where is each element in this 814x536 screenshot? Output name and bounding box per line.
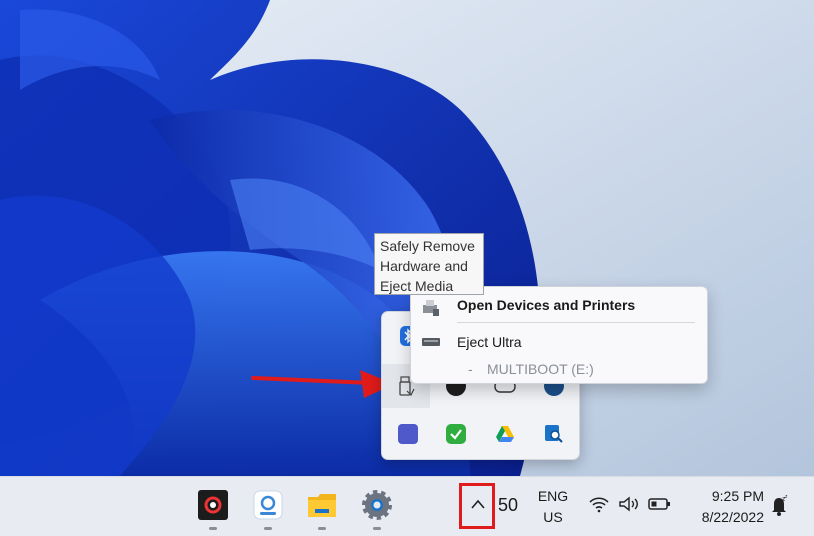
- region-code: US: [543, 509, 563, 525]
- svg-text:z: z: [785, 494, 788, 500]
- taskbar-app-recorder[interactable]: [197, 489, 229, 530]
- tray-item-search-app[interactable]: [530, 412, 578, 456]
- language-code: ENG: [537, 488, 569, 504]
- notification-bell-do-not-disturb-icon: z z: [772, 494, 788, 516]
- chevron-up-icon: [471, 499, 485, 509]
- tooltip-line: Hardware and: [380, 258, 468, 274]
- tray-item-google-drive[interactable]: [481, 412, 529, 456]
- recorder-icon: [198, 490, 228, 520]
- menu-item-label: Eject Ultra: [457, 334, 522, 350]
- tooltip-line: Safely Remove: [380, 238, 475, 254]
- taskbar-app-photos[interactable]: [252, 489, 284, 530]
- tray-item-green-check[interactable]: [432, 412, 480, 456]
- clock[interactable]: 9:25 PM 8/22/2022: [686, 486, 764, 528]
- context-menu: Open Devices and Printers Eject Ultra - …: [410, 286, 708, 384]
- tooltip-line: Eject Media: [380, 278, 454, 294]
- taskbar-app-settings[interactable]: [361, 489, 393, 530]
- tooltip: Safely Remove Hardware and Eject Media: [374, 233, 484, 295]
- subitem-label: MULTIBOOT (E:): [487, 361, 594, 377]
- settings-icon: [362, 490, 392, 520]
- tray-item-teams[interactable]: [384, 412, 432, 456]
- volume-icon: [619, 496, 638, 512]
- wifi-icon: [589, 497, 609, 513]
- taskbar: 50 ENG US 9:25 PM 8/22/2022 z z: [0, 476, 814, 536]
- menu-item-label: Open Devices and Printers: [457, 297, 636, 313]
- google-drive-icon: [496, 426, 514, 442]
- devices-printers-icon: [423, 300, 439, 316]
- running-indicator: [209, 527, 217, 530]
- search-app-icon: [545, 425, 563, 443]
- clock-date: 8/22/2022: [701, 509, 764, 525]
- running-indicator: [318, 527, 326, 530]
- menu-subitem-multiboot: - MULTIBOOT (E:): [411, 360, 707, 378]
- running-indicator: [264, 527, 272, 530]
- menu-item-open-devices[interactable]: Open Devices and Printers: [411, 295, 707, 317]
- subitem-dash: -: [468, 361, 473, 377]
- tray-count: 50: [498, 495, 519, 515]
- quick-settings-button[interactable]: [586, 493, 676, 517]
- show-hidden-icons-button[interactable]: [459, 483, 495, 529]
- battery-icon: [648, 498, 670, 510]
- drive-icon: [422, 338, 440, 346]
- menu-item-eject-ultra[interactable]: Eject Ultra: [411, 331, 707, 353]
- notifications-button[interactable]: z z: [770, 494, 790, 518]
- teams-icon: [398, 424, 418, 444]
- green-check-icon: [446, 424, 466, 444]
- running-indicator: [373, 527, 381, 530]
- clock-time: 9:25 PM: [711, 488, 764, 504]
- file-explorer-icon: [308, 494, 336, 517]
- taskbar-app-file-explorer[interactable]: [306, 489, 338, 530]
- language-indicator[interactable]: ENG US: [534, 486, 572, 528]
- menu-separator: [457, 322, 695, 323]
- photos-icon: [253, 490, 283, 520]
